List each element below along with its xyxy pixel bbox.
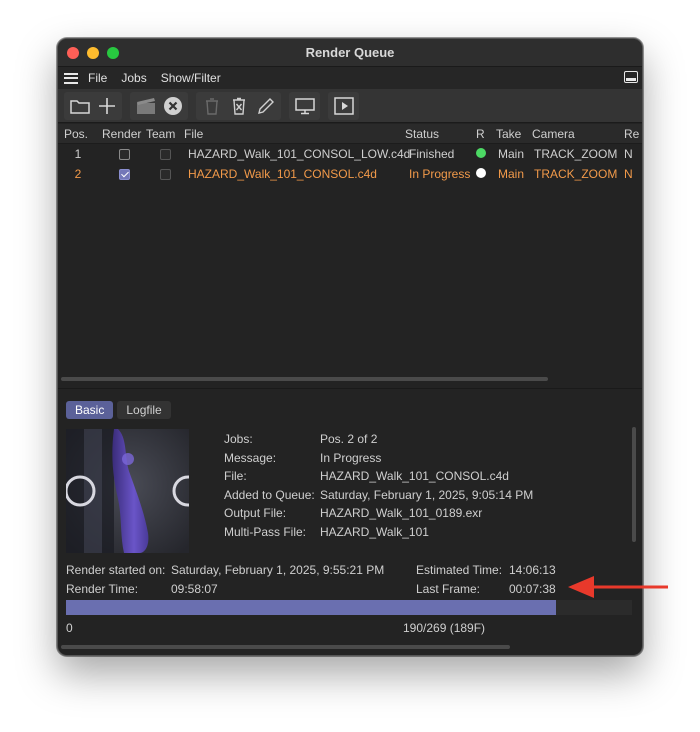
column-status[interactable]: Status [405, 127, 476, 141]
panel-divider[interactable] [58, 388, 642, 389]
render-progress-bar [66, 600, 632, 615]
value-render-time: 09:58:07 [171, 582, 218, 596]
label-output: Output File: [224, 506, 287, 521]
toolbar-group-edit [196, 91, 281, 120]
row-file: HAZARD_Walk_101_CONSOL_LOW.c4d [188, 147, 411, 161]
row-render-cell [102, 148, 146, 160]
pencil-icon[interactable] [252, 94, 279, 118]
tab-logfile[interactable]: Logfile [117, 401, 171, 419]
toolbar-group-view [289, 91, 320, 120]
folder-icon[interactable] [66, 94, 93, 118]
render-checkbox[interactable] [118, 168, 130, 180]
close-window-button[interactable] [67, 47, 79, 59]
label-jobs: Jobs: [224, 432, 253, 447]
render-progress-fill [66, 600, 556, 615]
render-queue-window: Render Queue File Jobs Show/Filter Pos. … [57, 38, 643, 656]
status-dot-icon [476, 168, 486, 178]
progress-start-label: 0 [66, 621, 73, 635]
toolbar [58, 89, 642, 123]
minimize-window-button[interactable] [87, 47, 99, 59]
label-multipass: Multi-Pass File: [224, 524, 307, 539]
team-checkbox[interactable] [159, 168, 171, 180]
zoom-window-button[interactable] [107, 47, 119, 59]
column-take[interactable]: Take [496, 127, 532, 141]
value-output: HAZARD_Walk_101_0189.exr [320, 506, 483, 521]
status-dot-icon [476, 148, 486, 158]
row-team-cell [146, 168, 184, 180]
plus-icon[interactable] [93, 94, 120, 118]
progress-frame-label: 190/269 (189F) [403, 621, 486, 635]
stop-icon[interactable] [159, 94, 186, 118]
menu-bar: File Jobs Show/Filter [58, 67, 642, 89]
row-take: Main [498, 147, 525, 161]
column-camera[interactable]: Camera [532, 127, 624, 141]
row-status: Finished [409, 147, 455, 161]
row-status: In Progress [409, 167, 471, 181]
render-preview-thumbnail [66, 429, 189, 553]
row-r-cell [476, 147, 496, 161]
label-render-time: Render Time: [66, 582, 139, 596]
row-file: HAZARD_Walk_101_CONSOL.c4d [188, 167, 377, 181]
window-title: Render Queue [305, 45, 395, 60]
column-re[interactable]: Re [624, 127, 642, 141]
column-r[interactable]: R [476, 127, 496, 141]
play-icon[interactable] [330, 94, 357, 118]
menu-show-filter[interactable]: Show/Filter [161, 71, 221, 85]
clapperboard-icon[interactable] [132, 94, 159, 118]
row-camera: TRACK_ZOOM [534, 147, 618, 161]
value-estimated-time: 14:06:13 [509, 563, 556, 577]
label-render-started: Render started on: [66, 563, 166, 577]
row-re: N [624, 147, 633, 161]
label-file: File: [224, 469, 247, 484]
hamburger-menu-icon[interactable] [64, 72, 78, 84]
row-pos: 2 [74, 167, 82, 181]
monitor-icon[interactable] [291, 94, 318, 118]
tab-basic[interactable]: Basic [66, 401, 114, 419]
annotation-arrow-icon [568, 576, 668, 598]
column-team[interactable]: Team [146, 127, 184, 141]
toolbar-group-play [328, 91, 359, 120]
title-bar: Render Queue [58, 39, 642, 67]
panel-toggle-icon[interactable] [624, 71, 638, 83]
label-message: Message: [224, 450, 277, 465]
column-pos[interactable]: Pos. [58, 127, 102, 141]
label-last-frame: Last Frame: [416, 582, 481, 596]
value-jobs: Pos. 2 of 2 [320, 432, 378, 447]
value-render-started: Saturday, February 1, 2025, 9:55:21 PM [171, 563, 385, 577]
table-row[interactable]: 2 HAZARD_Walk_101_CONSOL.c4d In Progress… [58, 164, 642, 184]
toolbar-group-queue [64, 91, 122, 120]
details-vertical-scrollbar[interactable] [632, 427, 636, 542]
delete-job-icon[interactable] [225, 94, 252, 118]
toolbar-group-render [130, 91, 188, 120]
table-row[interactable]: 1 HAZARD_Walk_101_CONSOL_LOW.c4d Finishe… [58, 144, 642, 164]
team-checkbox[interactable] [159, 148, 171, 160]
trash-icon[interactable] [198, 94, 225, 118]
row-re: N [624, 167, 633, 181]
menu-file[interactable]: File [88, 71, 107, 85]
column-render[interactable]: Render [102, 127, 146, 141]
label-estimated-time: Estimated Time: [416, 563, 503, 577]
label-added: Added to Queue: [224, 487, 315, 502]
value-message: In Progress [320, 450, 382, 465]
row-team-cell [146, 148, 184, 160]
row-take: Main [498, 167, 525, 181]
value-added: Saturday, February 1, 2025, 9:05:14 PM [320, 487, 534, 502]
list-header: Pos. Render Team File Status R Take Came… [58, 124, 642, 144]
menu-jobs[interactable]: Jobs [121, 71, 146, 85]
column-file[interactable]: File [184, 127, 405, 141]
value-file: HAZARD_Walk_101_CONSOL.c4d [320, 469, 509, 484]
value-multipass: HAZARD_Walk_101 [320, 524, 429, 539]
window-horizontal-scrollbar[interactable] [61, 645, 510, 649]
row-camera: TRACK_ZOOM [534, 167, 618, 181]
job-details: Jobs: Pos. 2 of 2 Message: In Progress Fil… [224, 430, 533, 541]
detail-tabs: Basic Logfile [66, 401, 171, 419]
row-pos: 1 [74, 147, 82, 161]
window-controls [67, 47, 119, 59]
render-checkbox[interactable] [118, 148, 130, 160]
value-last-frame: 00:07:38 [509, 582, 556, 596]
row-render-cell [102, 168, 146, 180]
list-horizontal-scrollbar[interactable] [61, 377, 548, 381]
row-r-cell [476, 167, 496, 181]
